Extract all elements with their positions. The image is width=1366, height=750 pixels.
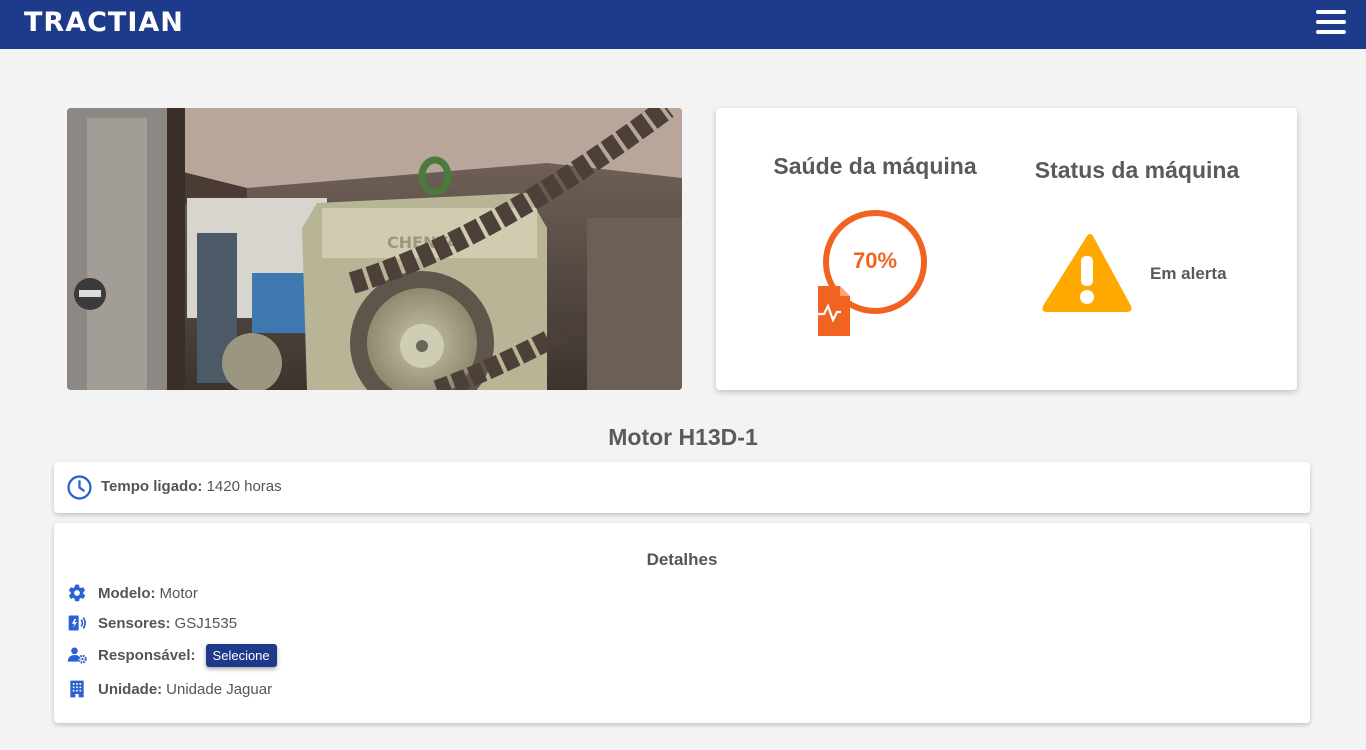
- top-navbar: TRACTIAN: [0, 0, 1366, 49]
- gear-icon: [68, 584, 86, 602]
- detail-responsible-row: Responsável: Selecione: [67, 643, 277, 667]
- detail-sensors-row: Sensores: GSJ1535: [67, 612, 237, 634]
- sensor-icon: [68, 615, 86, 631]
- machine-name-heading: Motor H13D-1: [608, 424, 758, 450]
- status-value: Em alerta: [1150, 264, 1227, 283]
- detail-model-row: Modelo: Motor: [67, 582, 198, 604]
- hamburger-menu-icon[interactable]: [1316, 10, 1346, 38]
- machine-photo: CHENTA: [67, 108, 682, 390]
- model-label: Modelo:: [98, 584, 156, 602]
- uptime-card: Tempo ligado: 1420 horas: [54, 462, 1310, 513]
- machine-status-card: Saúde da máquina Status da máquina 70% E…: [716, 108, 1297, 390]
- health-report-icon[interactable]: [812, 286, 856, 336]
- building-icon: [70, 680, 84, 698]
- details-title: Detalhes: [646, 550, 718, 569]
- select-responsible-button[interactable]: Selecione: [205, 643, 277, 667]
- uptime-label: Tempo ligado:: [101, 478, 203, 495]
- unit-value: Unidade Jaguar: [166, 680, 273, 698]
- details-card: Detalhes Modelo: Motor Sensores: GSJ1535…: [54, 523, 1310, 723]
- sensors-value: GSJ1535: [174, 614, 238, 632]
- model-value: Motor: [159, 584, 198, 602]
- clock-icon: [67, 475, 92, 500]
- health-percentage: 70%: [852, 248, 898, 273]
- warning-triangle-icon: [1042, 234, 1132, 312]
- sensors-label: Sensores:: [98, 614, 171, 632]
- uptime-value: 1420 horas: [206, 478, 282, 495]
- tractian-logo[interactable]: TRACTIAN: [24, 8, 184, 38]
- machine-health-title: Saúde da máquina: [773, 153, 977, 179]
- responsible-label: Responsável:: [98, 646, 196, 664]
- unit-label: Unidade:: [98, 680, 163, 698]
- detail-unit-row: Unidade: Unidade Jaguar: [67, 678, 272, 700]
- uptime-row: Tempo ligado: 1420 horas: [101, 478, 282, 495]
- machine-status-title: Status da máquina: [1034, 157, 1240, 183]
- user-settings-icon: [67, 647, 87, 664]
